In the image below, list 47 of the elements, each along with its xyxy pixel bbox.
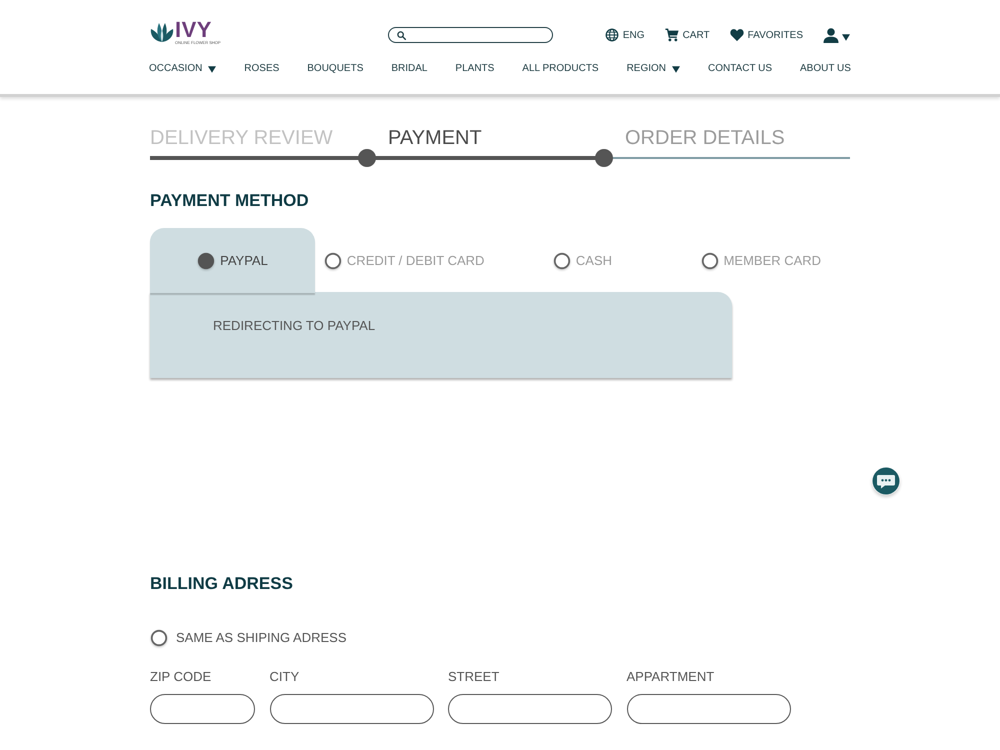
search-icon xyxy=(397,30,406,40)
radio-icon xyxy=(197,252,216,270)
cart-icon xyxy=(664,28,679,42)
caret-icon xyxy=(672,66,680,72)
chat-icon[interactable] xyxy=(872,467,900,495)
globe-icon xyxy=(604,28,619,42)
search-field[interactable] xyxy=(388,27,553,43)
utility-link[interactable]: ENG xyxy=(604,28,645,42)
field-label: ZIP CODE xyxy=(150,669,212,685)
step-marker-icon xyxy=(358,149,376,167)
field-label: CITY xyxy=(270,669,300,685)
section-heading: PAYMENT METHOD xyxy=(150,191,309,211)
step-label: DELIVERY REVIEW xyxy=(150,127,333,149)
nav-link[interactable]: OCCASION xyxy=(149,62,216,76)
nav-link[interactable]: ABOUT US xyxy=(800,62,851,76)
input-field[interactable] xyxy=(448,694,612,724)
nav-link[interactable]: ROSES xyxy=(244,62,280,76)
step-marker-icon xyxy=(595,149,613,167)
input-field[interactable] xyxy=(150,694,255,724)
radio-icon xyxy=(700,252,719,270)
section-heading: BILLING ADRESS xyxy=(150,574,293,594)
account-menu-button[interactable] xyxy=(823,28,850,42)
nav-link[interactable]: BOUQUETS xyxy=(307,62,364,76)
utility-link[interactable]: FAVORITES xyxy=(730,28,803,42)
field-label: STREET xyxy=(448,669,500,685)
same-address-option[interactable]: SAME AS SHIPING ADRESS xyxy=(150,628,346,648)
nav-link[interactable]: PLANTS xyxy=(455,62,494,76)
leaf-logo-icon xyxy=(150,21,174,43)
heart-icon xyxy=(730,28,744,42)
nav-link[interactable]: REGION xyxy=(626,62,680,76)
nav-link[interactable]: CONTACT US xyxy=(708,62,772,76)
step-label: ORDER DETAILS xyxy=(625,127,785,149)
field-label: APPARTMENT xyxy=(626,669,714,685)
nav-link[interactable]: BRIDAL xyxy=(391,62,428,76)
user-icon xyxy=(823,28,839,42)
logo-text[interactable]: IVY xyxy=(175,20,212,39)
redirect-message: REDIRECTING TO PAYPAL xyxy=(212,317,376,334)
radio-icon xyxy=(324,252,342,270)
caret-icon xyxy=(208,66,216,72)
radio-icon xyxy=(552,252,571,270)
input-field[interactable] xyxy=(270,694,434,724)
payment-option-tab[interactable]: PAYPAL xyxy=(150,228,315,293)
nav-link[interactable]: ALL PRODUCTS xyxy=(522,62,599,76)
step-label: PAYMENT xyxy=(388,127,482,149)
input-field[interactable] xyxy=(626,694,790,724)
caret-icon xyxy=(842,34,850,40)
utility-link[interactable]: CART xyxy=(664,28,710,42)
